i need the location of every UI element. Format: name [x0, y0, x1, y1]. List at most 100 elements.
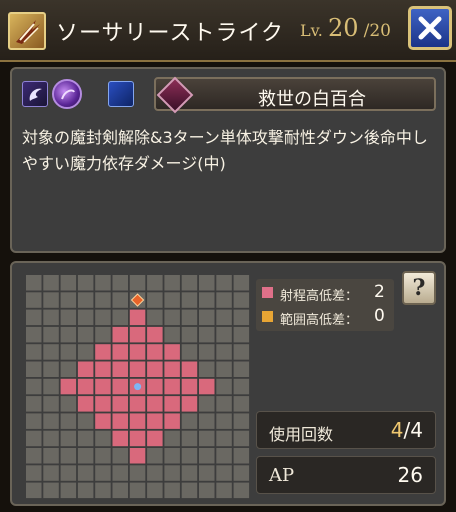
grid-cell [77, 292, 94, 308]
uses-value: 4/4 [391, 418, 423, 442]
grid-cell [77, 430, 94, 447]
grid-cell [233, 378, 250, 395]
grid-cell [43, 482, 59, 499]
crescent-moon-icon [108, 81, 134, 107]
grid-cell [95, 326, 111, 343]
level-max: /20 [363, 21, 391, 41]
grid-cell [164, 326, 180, 343]
range-height-swatch [262, 287, 273, 298]
grid-cell [77, 482, 94, 499]
center-marker-icon [134, 383, 142, 391]
ap-cost-box: AP 26 [256, 456, 436, 494]
range-cell [199, 378, 215, 395]
grid-cell [233, 430, 250, 447]
grid-cell [60, 292, 77, 308]
grid-cell [216, 309, 232, 326]
uses-count-box: 使用回数 4/4 [256, 411, 436, 449]
grid-cell [216, 378, 232, 395]
grid-cell [43, 344, 59, 360]
height-legend: 射程高低差： 2 範囲高低差： 0 [256, 279, 394, 331]
grid-cell [181, 344, 198, 360]
range-grid [26, 275, 252, 499]
grid-cell [181, 292, 198, 308]
grid-cell [164, 292, 180, 308]
range-cell [147, 396, 163, 412]
legend-value: 0 [374, 306, 385, 326]
grid-cell [26, 361, 42, 377]
grid-cell [181, 326, 198, 343]
range-cell [164, 344, 180, 360]
grid-cell [199, 413, 215, 429]
grid-cell [95, 430, 111, 447]
ability-name: 救世の白百合 [258, 89, 366, 110]
grid-cell [129, 275, 146, 291]
close-button[interactable] [408, 6, 452, 50]
grid-cell [233, 482, 250, 499]
range-cell [129, 344, 146, 360]
area-height-swatch [262, 311, 273, 322]
grid-cell [199, 448, 215, 464]
ap-value: 26 [397, 463, 423, 487]
grid-cell [216, 413, 232, 429]
grid-cell [26, 309, 42, 326]
grid-cell [26, 465, 42, 481]
grid-cell [43, 448, 59, 464]
grid-cell [60, 275, 77, 291]
range-cell [112, 326, 128, 343]
grid-cell [60, 344, 77, 360]
grid-cell [26, 378, 42, 395]
range-cell [112, 361, 128, 377]
grid-cell [199, 326, 215, 343]
grid-cell [112, 292, 128, 308]
grid-cell [60, 361, 77, 377]
grid-cell [199, 396, 215, 412]
help-button[interactable]: ? [402, 271, 436, 305]
grid-cell [164, 430, 180, 447]
range-cell [112, 344, 128, 360]
range-cell [147, 326, 163, 343]
grid-cell [60, 326, 77, 343]
grid-cell [26, 292, 42, 308]
grid-cell [233, 448, 250, 464]
grid-cell [199, 292, 215, 308]
range-cell [95, 344, 111, 360]
range-cell [95, 361, 111, 377]
grid-cell [129, 465, 146, 481]
lily-crest-icon [156, 76, 194, 114]
range-cell [112, 430, 128, 447]
grid-cell [199, 361, 215, 377]
grid-cell [233, 326, 250, 343]
range-cell [77, 378, 94, 395]
grid-cell [26, 448, 42, 464]
grid-cell [147, 448, 163, 464]
grid-cell [112, 465, 128, 481]
range-cell [112, 378, 128, 395]
grid-cell [216, 361, 232, 377]
grid-cell [26, 326, 42, 343]
grid-cell [216, 326, 232, 343]
grid-cell [26, 430, 42, 447]
grid-cell [43, 465, 59, 481]
ap-label: AP [269, 465, 295, 486]
legend-label: 範囲高低差： [280, 313, 359, 328]
grid-cell [199, 309, 215, 326]
grid-cell [43, 361, 59, 377]
range-cell [95, 413, 111, 429]
grid-cell [164, 448, 180, 464]
range-cell [129, 448, 146, 464]
dark-orb-icon [52, 79, 82, 109]
grid-cell [129, 482, 146, 499]
grid-cell [77, 448, 94, 464]
legend-label: 射程高低差： [280, 289, 359, 304]
close-x-icon [418, 16, 442, 40]
grid-cell [181, 465, 198, 481]
grid-cell [233, 361, 250, 377]
grid-cell [147, 465, 163, 481]
grid-cell [77, 326, 94, 343]
range-cell [60, 378, 77, 395]
range-cell [147, 361, 163, 377]
grid-cell [95, 482, 111, 499]
grid-cell [43, 292, 59, 308]
range-cell [95, 396, 111, 412]
ability-box[interactable]: 救世の白百合 [154, 76, 436, 114]
